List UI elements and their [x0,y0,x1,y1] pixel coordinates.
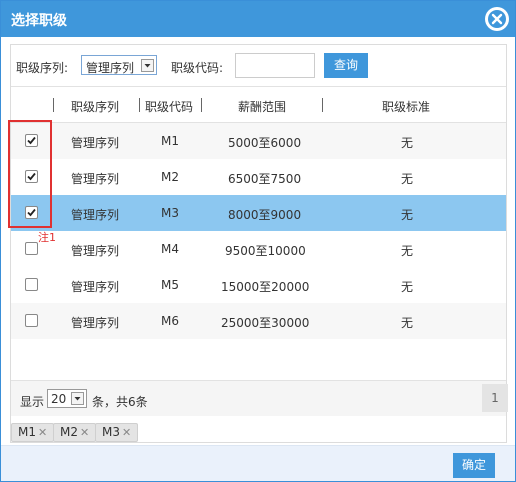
table-row[interactable]: 管理序列 M2 6500至7500 无 [11,159,506,195]
table-header: 职级序列 职级代码 薪酬范围 职级标准 [11,86,506,123]
header-standard: 职级标准 [382,100,431,114]
cell-salary: 15000至20000 [221,280,310,294]
cell-standard: 无 [401,136,414,150]
table-row-selected[interactable]: 管理序列 M3 8000至9000 无 [11,195,506,231]
pager-summary: 条，共6条 [92,395,148,409]
series-select[interactable]: 管理序列 [81,55,157,75]
cell-code: M3 [161,206,179,220]
close-button[interactable] [485,7,509,31]
column-separator [53,98,54,112]
cell-code: M4 [161,242,179,256]
cell-standard: 无 [401,208,414,222]
page-size-value: 20 [51,392,67,406]
table-row[interactable]: 管理序列 M1 5000至6000 无 [11,123,506,159]
annotation-highlight-box [8,120,52,228]
cell-standard: 无 [401,316,414,330]
confirm-button[interactable]: 确定 [453,453,495,478]
column-separator [201,98,202,112]
tag-label: M3 [102,425,120,439]
dialog-titlebar: 选择职级 [1,1,515,37]
cell-series: 管理序列 [71,136,120,150]
header-series: 职级序列 [71,100,120,114]
selected-tag[interactable]: M2 ✕ [53,423,97,442]
row-checkbox[interactable] [25,278,38,291]
row-checkbox[interactable] [25,314,38,327]
table-row[interactable]: 管理序列 M6 25000至30000 无 [11,303,506,339]
pager-show-label: 显示 [20,395,45,409]
table-row[interactable]: 管理序列 M5 15000至20000 无 [11,267,506,303]
page-size-select[interactable]: 20 [47,389,87,408]
chevron-down-icon [71,392,84,405]
cell-code: M5 [161,278,179,292]
cell-code: M1 [161,134,179,148]
annotation-note: 注1 [38,231,56,244]
series-select-value: 管理序列 [86,61,135,75]
code-input[interactable] [235,53,315,78]
selected-tags: M1 ✕ M2 ✕ M3 ✕ [11,419,506,443]
header-code: 职级代码 [145,100,194,114]
dialog-title: 选择职级 [11,13,67,29]
tag-label: M1 [18,425,36,439]
cell-salary: 5000至6000 [228,136,302,150]
cell-standard: 无 [401,244,414,258]
cell-series: 管理序列 [71,316,120,330]
code-label: 职级代码: [171,61,224,75]
cell-code: M2 [161,170,179,184]
cell-standard: 无 [401,172,414,186]
remove-tag-icon[interactable]: ✕ [122,426,131,439]
header-salary: 薪酬范围 [238,100,287,114]
dialog-footer: 确定 [1,445,515,481]
column-separator [139,98,140,112]
selected-tag[interactable]: M1 ✕ [11,423,55,442]
query-button[interactable]: 查询 [324,53,368,78]
select-grade-dialog: 选择职级 职级序列: 管理序列 职级代码: 查询 职级序列 职级代码 薪酬范围 … [0,0,516,482]
series-label: 职级序列: [16,61,69,75]
row-checkbox[interactable] [25,242,38,255]
page-number-button[interactable]: 1 [482,384,508,412]
tag-label: M2 [60,425,78,439]
table-row[interactable]: 管理序列 M4 9500至10000 无 [11,231,506,267]
cell-series: 管理序列 [71,172,120,186]
chevron-down-icon [141,59,154,72]
cell-series: 管理序列 [71,280,120,294]
column-separator [322,98,323,112]
pager-bar: 显示 20 条，共6条 1 [11,380,508,416]
cell-standard: 无 [401,280,414,294]
dialog-body: 职级序列: 管理序列 职级代码: 查询 职级序列 职级代码 薪酬范围 职级标准 [10,44,508,443]
cell-salary: 6500至7500 [228,172,302,186]
cell-series: 管理序列 [71,244,120,258]
remove-tag-icon[interactable]: ✕ [38,426,47,439]
cell-salary: 9500至10000 [225,244,306,258]
remove-tag-icon[interactable]: ✕ [80,426,89,439]
cell-code: M6 [161,314,179,328]
cell-series: 管理序列 [71,208,120,222]
selected-tag[interactable]: M3 ✕ [95,423,139,442]
cell-salary: 8000至9000 [228,208,302,222]
close-icon [486,8,508,30]
filter-bar: 职级序列: 管理序列 职级代码: 查询 [16,53,496,79]
cell-salary: 25000至30000 [221,316,310,330]
